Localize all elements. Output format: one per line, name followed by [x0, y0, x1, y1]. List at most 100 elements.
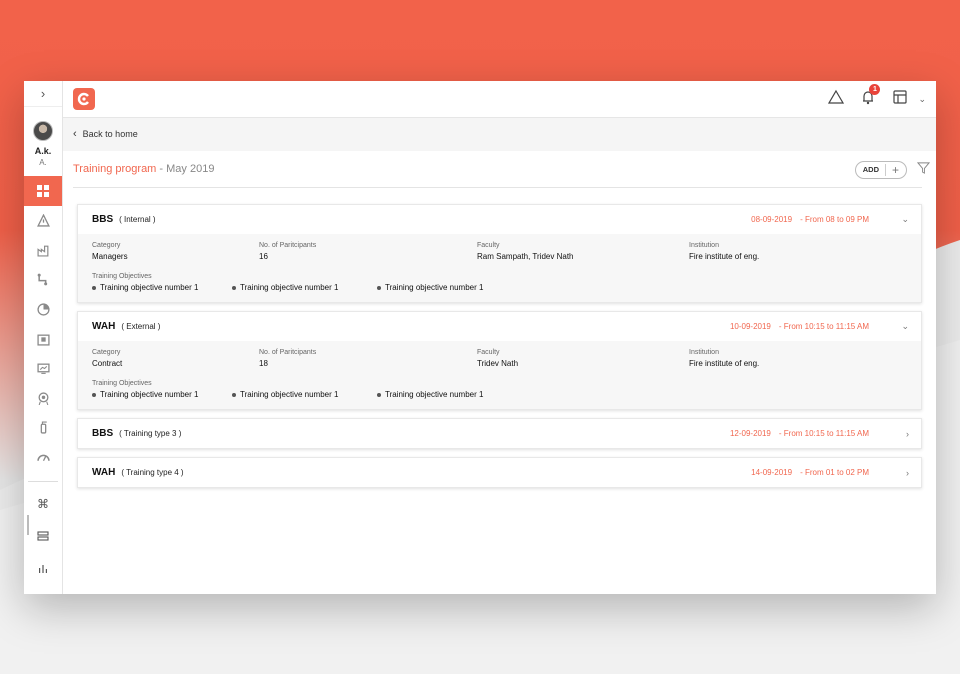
back-to-home-link[interactable]: ‹ Back to home: [63, 118, 936, 150]
card-time: - From 01 to 02 PM: [800, 468, 869, 477]
objective-item: Training objective number 1: [92, 283, 232, 292]
objective-item: Training objective number 1: [232, 283, 377, 292]
app-logo[interactable]: [73, 88, 95, 110]
faculty-label: Faculty: [477, 242, 500, 249]
sidebar-divider: [28, 481, 58, 483]
layout-icon[interactable]: [892, 89, 908, 110]
sidebar-item-performance[interactable]: [24, 443, 62, 473]
card-details: Category Managers No. of Paritcipants 16 F…: [78, 234, 921, 302]
logo-mark-icon: [77, 92, 89, 106]
sidebar-item-reports[interactable]: [24, 295, 62, 325]
sidebar-item-shortcuts[interactable]: ⌘: [24, 488, 62, 520]
app-window: › A.k. A. ⌘ 1 ⌄ ‹ Back to home Training …: [24, 81, 936, 594]
participants-value: 16: [259, 252, 268, 261]
main-area: 1 ⌄ ‹ Back to home Training program - Ma…: [63, 81, 936, 594]
card-date: 10-09-2019: [729, 322, 771, 331]
command-icon: ⌘: [37, 497, 49, 512]
sidebar-item-pipeline[interactable]: [24, 265, 62, 295]
objective-item: Training objective number 1: [377, 390, 483, 399]
training-card: WAH ( Training type 4 ) 14-09-2019 - From…: [77, 457, 922, 488]
training-card: BBS ( Internal ) 08-09-2019 - From 08 to …: [77, 204, 922, 303]
chevron-down-icon[interactable]: ⌄: [918, 94, 926, 105]
category-value: Contract: [92, 359, 123, 368]
card-time: - From 10:15 to 11:15 AM: [778, 322, 869, 331]
top-bar: 1 ⌄: [63, 81, 936, 118]
chevron-right-icon[interactable]: ›: [906, 468, 909, 478]
institution-label: Institution: [689, 349, 719, 356]
participants-label: No. of Paritcipants: [259, 242, 317, 249]
objectives-label: Training Objectives: [92, 380, 152, 387]
card-date: 08-09-2019: [751, 215, 793, 224]
add-label: ADD: [862, 165, 879, 174]
page-title-text: Training program: [73, 163, 157, 175]
archive-icon: [36, 334, 50, 346]
badge-icon: [38, 392, 48, 405]
card-time: - From 08 to 09 PM: [800, 215, 869, 224]
sidebar-expand-button[interactable]: ›: [24, 81, 62, 107]
faculty-label: Faculty: [477, 349, 500, 356]
faculty-value: Ram Sampath, Tridev Nath: [477, 252, 574, 261]
category-label: Category: [92, 242, 121, 249]
sidebar-item-monitor[interactable]: [24, 354, 62, 384]
institution-value: Fire institute of eng.: [689, 359, 760, 368]
chevron-right-icon: ›: [40, 86, 46, 101]
card-title: WAH: [92, 467, 116, 478]
sidebar-item-plant[interactable]: [24, 236, 62, 266]
training-card: BBS ( Training type 3 ) 12-09-2019 - From…: [77, 418, 922, 449]
sidebar-item-dashboard[interactable]: [24, 176, 62, 206]
page-subtitle: - May 2019: [156, 163, 215, 175]
card-title: BBS: [92, 214, 114, 225]
card-header[interactable]: WAH ( Training type 4 ) 14-09-2019 - From…: [78, 458, 921, 487]
participants-label: No. of Paritcipants: [259, 349, 317, 356]
sidebar-item-safety[interactable]: [24, 413, 62, 443]
card-title: WAH: [92, 321, 116, 332]
pipeline-icon: [37, 274, 47, 286]
objective-item: Training objective number 1: [92, 390, 232, 399]
page-title: Training program - May 2019: [73, 163, 214, 175]
chevron-down-icon[interactable]: ⌄: [901, 214, 909, 225]
notification-badge: 1: [869, 84, 881, 95]
chevron-down-icon[interactable]: ⌄: [901, 321, 909, 332]
institution-value: Fire institute of eng.: [689, 252, 760, 261]
add-button[interactable]: ADD +: [854, 160, 907, 179]
extinguisher-icon: [40, 421, 47, 435]
card-details: Category Contract No. of Paritcipants 18 F…: [78, 341, 921, 409]
top-actions: 1 ⌄: [828, 81, 926, 118]
notifications-button[interactable]: 1: [860, 84, 881, 110]
sidebar: › A.k. A. ⌘: [24, 81, 63, 594]
chart-icon: [36, 303, 50, 316]
avatar[interactable]: [33, 121, 53, 141]
objective-item: Training objective number 1: [232, 390, 377, 399]
chevron-right-icon[interactable]: ›: [906, 429, 909, 439]
add-separator: [884, 163, 886, 176]
card-schedule: 10-09-2019 - From 10:15 to 11:15 AM: [730, 322, 869, 331]
user-name: A.k.: [34, 146, 52, 156]
institution-label: Institution: [689, 242, 719, 249]
sidebar-item-list[interactable]: [24, 520, 62, 552]
training-card: WAH ( External ) 10-09-2019 - From 10:15 …: [77, 311, 922, 410]
plus-icon: +: [891, 162, 899, 177]
card-schedule: 08-09-2019 - From 08 to 09 PM: [751, 215, 869, 224]
card-header[interactable]: BBS ( Internal ) 08-09-2019 - From 08 to …: [78, 205, 921, 234]
sidebar-item-archive[interactable]: [24, 324, 62, 354]
card-title: BBS: [92, 428, 114, 439]
monitor-icon: [36, 363, 50, 375]
sidebar-item-hazards[interactable]: [24, 206, 62, 236]
card-time: - From 10:15 to 11:15 AM: [778, 429, 869, 438]
training-list: BBS ( Internal ) 08-09-2019 - From 08 to …: [73, 188, 922, 488]
card-type: ( External ): [121, 322, 161, 331]
card-type: ( Training type 4 ): [121, 468, 184, 477]
factory-icon: [36, 245, 48, 257]
category-label: Category: [92, 349, 121, 356]
alert-triangle-icon[interactable]: [828, 89, 845, 110]
sidebar-item-analytics[interactable]: [24, 552, 62, 584]
back-label: Back to home: [82, 129, 138, 139]
card-type: ( Training type 3 ): [119, 429, 182, 438]
card-header[interactable]: BBS ( Training type 3 ) 12-09-2019 - From…: [78, 419, 921, 448]
participants-value: 18: [259, 359, 268, 368]
card-header[interactable]: WAH ( External ) 10-09-2019 - From 10:15 …: [78, 312, 921, 341]
sidebar-item-certification[interactable]: [24, 384, 62, 414]
card-schedule: 14-09-2019 - From 01 to 02 PM: [751, 468, 869, 477]
warning-icon: [36, 214, 50, 227]
filter-icon[interactable]: [916, 161, 931, 179]
